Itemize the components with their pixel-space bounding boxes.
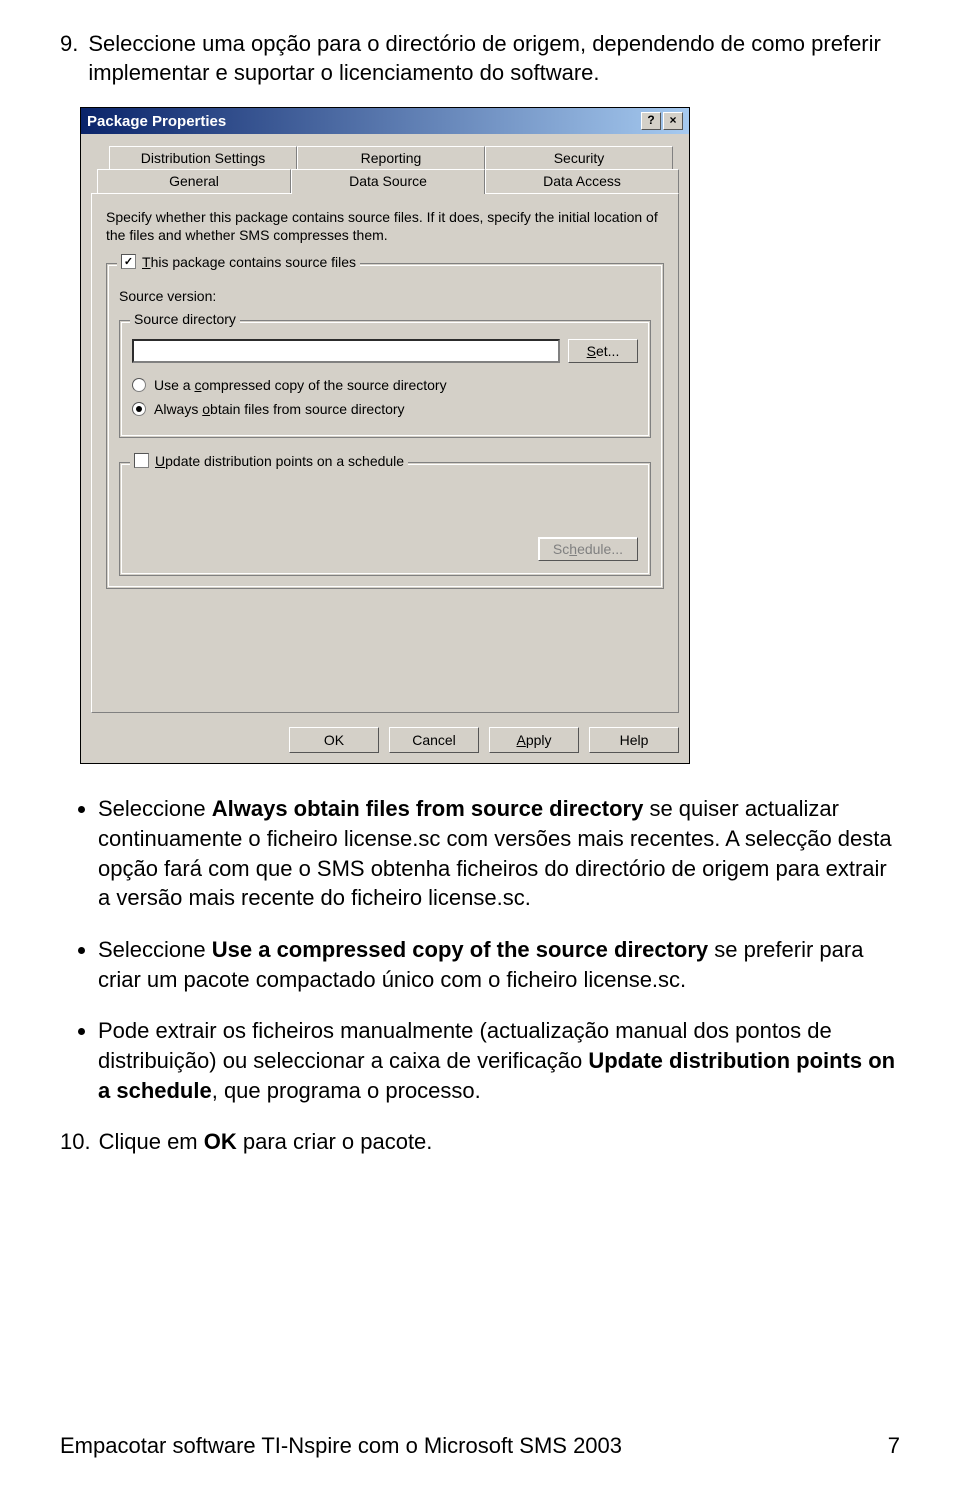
source-directory-group: Source directory Set... Use a compressed… bbox=[119, 320, 651, 438]
window-title: Package Properties bbox=[87, 113, 226, 130]
set-button[interactable]: Set... bbox=[568, 339, 638, 363]
help-button[interactable]: Help bbox=[589, 727, 679, 753]
step-number: 9. bbox=[60, 30, 78, 87]
help-icon[interactable]: ? bbox=[641, 112, 661, 130]
page-number: 7 bbox=[888, 1433, 900, 1459]
source-directory-input[interactable] bbox=[132, 339, 560, 363]
tab-distribution-settings[interactable]: Distribution Settings bbox=[109, 146, 297, 169]
ok-button[interactable]: OK bbox=[289, 727, 379, 753]
source-files-group: ✓ This package contains source files Sou… bbox=[106, 263, 664, 589]
list-item: Seleccione Use a compressed copy of the … bbox=[98, 935, 900, 994]
step9-text: Seleccione uma opção para o directório d… bbox=[88, 30, 900, 87]
radio-always-label: Always obtain files from source director… bbox=[154, 401, 405, 417]
radio-compressed-label: Use a compressed copy of the source dire… bbox=[154, 377, 447, 393]
update-schedule-checkbox[interactable] bbox=[134, 453, 149, 468]
footer-text: Empacotar software TI-Nspire com o Micro… bbox=[60, 1433, 622, 1459]
tab-general[interactable]: General bbox=[97, 169, 291, 193]
schedule-button: Schedule... bbox=[538, 537, 638, 561]
package-properties-dialog: Package Properties ? × Distribution Sett… bbox=[80, 107, 690, 764]
instruction-list: Seleccione Always obtain files from sour… bbox=[60, 794, 900, 1105]
source-version-label: Source version: bbox=[119, 288, 651, 304]
tab-reporting[interactable]: Reporting bbox=[297, 146, 485, 169]
update-schedule-label: Update distribution points on a schedule bbox=[155, 453, 404, 469]
radio-compressed[interactable] bbox=[132, 378, 146, 392]
contains-source-label: This package contains source files bbox=[142, 254, 356, 270]
source-directory-legend: Source directory bbox=[130, 311, 240, 327]
list-item: Seleccione Always obtain files from sour… bbox=[98, 794, 900, 913]
radio-always-obtain[interactable] bbox=[132, 402, 146, 416]
tab-panel: Specify whether this package contains so… bbox=[91, 193, 679, 713]
step10: 10. Clique em OK para criar o pacote. bbox=[60, 1127, 900, 1157]
tab-data-access[interactable]: Data Access bbox=[485, 169, 679, 193]
page-footer: Empacotar software TI-Nspire com o Micro… bbox=[0, 1433, 960, 1459]
panel-description: Specify whether this package contains so… bbox=[106, 208, 664, 244]
update-schedule-group: Update distribution points on a schedule… bbox=[119, 462, 651, 576]
tab-data-source[interactable]: Data Source bbox=[291, 169, 485, 194]
contains-source-checkbox[interactable]: ✓ bbox=[121, 254, 136, 269]
cancel-button[interactable]: Cancel bbox=[389, 727, 479, 753]
close-icon[interactable]: × bbox=[663, 112, 683, 130]
apply-button[interactable]: Apply bbox=[489, 727, 579, 753]
tab-security[interactable]: Security bbox=[485, 146, 673, 169]
list-item: Pode extrair os ficheiros manualmente (a… bbox=[98, 1016, 900, 1105]
titlebar: Package Properties ? × bbox=[81, 108, 689, 134]
